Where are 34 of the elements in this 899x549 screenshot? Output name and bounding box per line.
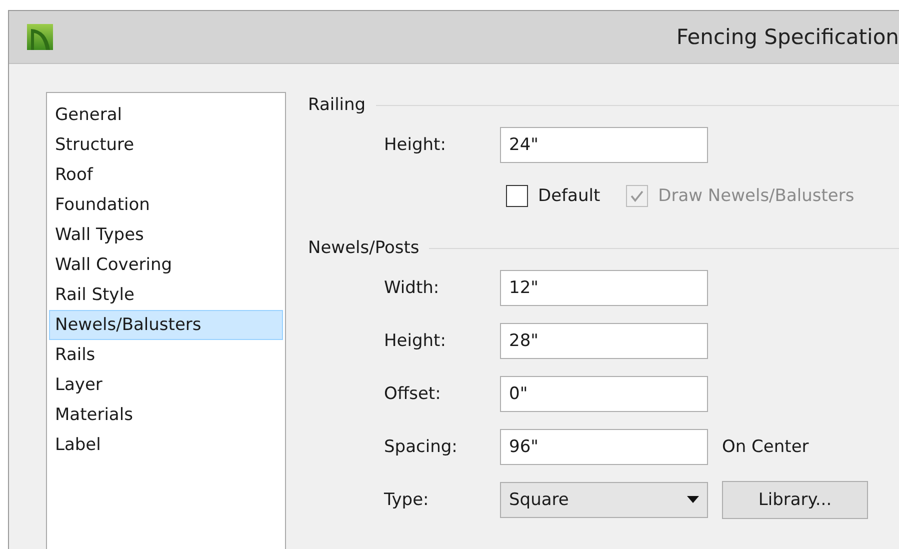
input-field[interactable]: 12" bbox=[500, 270, 708, 306]
input-field[interactable]: 28" bbox=[500, 322, 708, 358]
category-item[interactable]: Wall Covering bbox=[49, 250, 283, 280]
input-field[interactable]: 24" bbox=[500, 126, 708, 162]
checkbox-label: Draw Newels/Balusters bbox=[658, 186, 854, 206]
category-item[interactable]: General bbox=[49, 100, 283, 130]
field-label: Offset: bbox=[383, 384, 442, 404]
category-item[interactable]: Label bbox=[49, 430, 283, 460]
input-field[interactable]: 0" bbox=[500, 376, 708, 412]
category-item[interactable]: Newels/Balusters bbox=[49, 310, 283, 340]
field-suffix: On Center bbox=[722, 436, 809, 456]
category-item[interactable]: Wall Types bbox=[49, 220, 283, 250]
category-item[interactable]: Layer bbox=[49, 370, 283, 400]
library-button[interactable]: Library... bbox=[722, 480, 868, 518]
field-label: Spacing: bbox=[383, 436, 458, 456]
category-item[interactable]: Rail Style bbox=[49, 280, 283, 310]
category-item[interactable]: Materials bbox=[49, 400, 283, 430]
field-label: Height: bbox=[383, 330, 447, 350]
type-dropdown[interactable]: Square bbox=[500, 482, 708, 518]
group-title: Newels/Posts bbox=[308, 238, 420, 258]
field-label: Type: bbox=[383, 490, 430, 510]
caret-icon bbox=[687, 496, 699, 504]
checkbox-label: Default bbox=[538, 186, 600, 206]
window-title: Fencing Specification bbox=[676, 25, 899, 49]
category-item[interactable]: Rails bbox=[49, 340, 283, 370]
category-item[interactable]: Roof bbox=[49, 160, 283, 190]
group-title: Railing bbox=[308, 95, 366, 115]
category-item[interactable]: Structure bbox=[49, 130, 283, 160]
input-field[interactable]: 96" bbox=[500, 428, 708, 464]
app-logo-icon bbox=[27, 24, 53, 50]
field-label: Height: bbox=[383, 134, 447, 154]
category-item[interactable]: Foundation bbox=[49, 190, 283, 220]
field-label: Width: bbox=[383, 278, 440, 298]
checkbox[interactable] bbox=[506, 185, 528, 207]
